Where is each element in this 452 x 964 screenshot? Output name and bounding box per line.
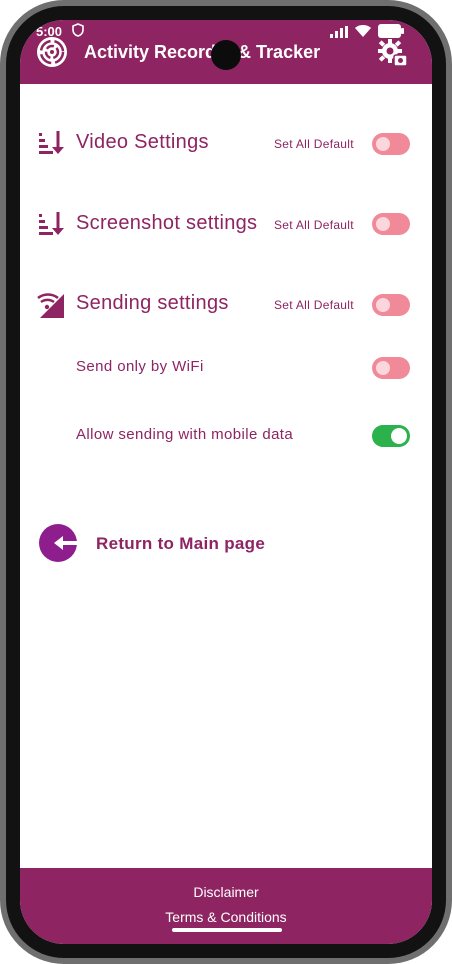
app-logo-icon [36,36,68,68]
shield-icon [72,23,84,42]
wifi-only-label: Send only by WiFi [76,358,204,375]
screen: 5:00 Activity Recorder & Tracker Video S… [20,20,432,944]
phone-frame: 5:00 Activity Recorder & Tracker Video S… [0,0,452,964]
home-indicator[interactable] [172,928,282,932]
back-arrow-circle-icon [38,523,78,563]
app-title: Activity Recorder & Tracker [84,42,321,62]
sending-default-toggle[interactable] [372,294,410,316]
screenshot-settings-row: Screenshot settings Set All Default [20,204,432,244]
sending-settings-label: Sending settings [76,292,229,314]
return-main-label: Return to Main page [96,534,266,553]
phone-bezel: 5:00 Activity Recorder & Tracker Video S… [6,6,446,958]
toggle-knob [376,137,390,151]
screenshot-set-default-label[interactable]: Set All Default [274,218,354,232]
sort-down-icon [36,129,66,159]
wifi-icon [354,24,372,43]
wifi-only-toggle[interactable] [372,357,410,379]
footer-bar: Disclaimer Terms & Conditions [20,868,432,944]
mobile-data-label: Allow sending with mobile data [76,426,294,443]
wifi-only-row: Send only by WiFi [20,346,432,386]
signal-wifi-icon [36,290,66,320]
terms-link[interactable]: Terms & Conditions [20,909,432,925]
disclaimer-link[interactable]: Disclaimer [20,884,432,900]
mobile-data-toggle[interactable] [372,425,410,447]
screenshot-default-toggle[interactable] [372,213,410,235]
app-bar: 5:00 Activity Recorder & Tracker [20,20,432,84]
signal-icon [330,25,348,43]
video-default-toggle[interactable] [372,133,410,155]
mobile-data-row: Allow sending with mobile data [20,414,432,454]
toggle-knob [391,428,407,444]
screenshot-settings-label: Screenshot settings [76,212,258,234]
settings-gear-icon[interactable] [378,38,408,68]
video-settings-row: Video Settings Set All Default [20,123,432,163]
video-set-default-label[interactable]: Set All Default [274,137,354,151]
return-main-button[interactable]: Return to Main page [38,523,338,563]
toggle-knob [376,217,390,231]
toggle-knob [376,361,390,375]
sending-settings-row: Sending settings Set All Default [20,284,432,324]
sort-down-icon [36,210,66,240]
toggle-knob [376,298,390,312]
video-settings-label: Video Settings [76,131,209,153]
camera-cutout [211,40,241,70]
sending-set-default-label[interactable]: Set All Default [274,298,354,312]
